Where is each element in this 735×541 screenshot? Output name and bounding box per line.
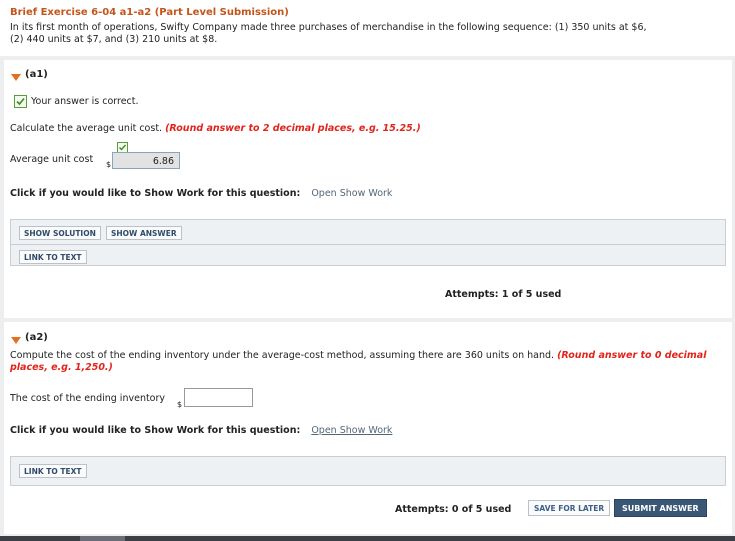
a2-hint-line-2: places, e.g. 1,250.) [10, 362, 113, 373]
open-show-work-link[interactable]: Open Show Work [311, 425, 392, 436]
question-header: Brief Exercise 6-04 a1-a2 (Part Level Su… [0, 0, 735, 56]
show-solution-button[interactable]: SHOW SOLUTION [19, 226, 101, 240]
link-to-text-button[interactable]: LINK TO TEXT [19, 464, 87, 478]
a1-prompt-hint: (Round answer to 2 decimal places, e.g. … [165, 123, 421, 134]
a1-prompt-text: Calculate the average unit cost. [10, 123, 166, 134]
ending-inventory-label: The cost of the ending inventory [10, 393, 166, 404]
exercise-title: Brief Exercise 6-04 a1-a2 (Part Level Su… [10, 7, 289, 18]
ending-inventory-input[interactable] [184, 388, 253, 407]
save-for-later-button[interactable]: SAVE FOR LATER [528, 500, 611, 516]
average-unit-cost-field[interactable]: 6.86 [112, 152, 180, 169]
show-work-row: Click if you would like to Show Work for… [10, 188, 392, 199]
divider [11, 244, 725, 245]
a2-prompt-text: Compute the cost of the ending inventory… [10, 350, 558, 361]
collapse-arrow-icon[interactable] [11, 74, 21, 81]
a1-prompt: Calculate the average unit cost. (Round … [10, 123, 421, 134]
part-a1-label: (a1) [25, 69, 48, 80]
correct-check-icon [14, 95, 27, 108]
solution-button-area: SHOW SOLUTION SHOW ANSWER LINK TO TEXT [10, 219, 726, 266]
a2-prompt-line-1: Compute the cost of the ending inventory… [10, 350, 706, 361]
a2-hint-line-1: (Round answer to 0 decimal [557, 350, 707, 361]
intro-line-2: (2) 440 units at $7, and (3) 210 units a… [10, 34, 218, 45]
correct-message: Your answer is correct. [31, 96, 139, 107]
collapse-arrow-icon[interactable] [11, 337, 21, 344]
currency-symbol: $ [177, 400, 183, 409]
average-unit-cost-label: Average unit cost [10, 154, 94, 165]
currency-symbol: $ [106, 160, 112, 169]
show-work-row: Click if you would like to Show Work for… [10, 425, 392, 436]
show-answer-button[interactable]: SHOW ANSWER [106, 226, 182, 240]
part-a1-panel: (a1) Your answer is correct. Calculate t… [4, 60, 732, 318]
show-work-prompt: Click if you would like to Show Work for… [10, 425, 301, 436]
bottom-bar-segment [80, 536, 125, 541]
a2-attempts: Attempts: 0 of 5 used [395, 504, 512, 515]
link-button-area: LINK TO TEXT [10, 456, 726, 486]
show-work-prompt: Click if you would like to Show Work for… [10, 188, 301, 199]
intro-line-1: In its first month of operations, Swifty… [10, 22, 647, 33]
exercise-intro: In its first month of operations, Swifty… [10, 22, 710, 46]
a1-attempts: Attempts: 1 of 5 used [445, 289, 562, 300]
part-a2-panel: (a2) Compute the cost of the ending inve… [4, 322, 732, 534]
part-a2-label: (a2) [25, 332, 48, 343]
link-to-text-button[interactable]: LINK TO TEXT [19, 250, 87, 264]
open-show-work-link[interactable]: Open Show Work [311, 188, 392, 199]
submit-answer-button[interactable]: SUBMIT ANSWER [614, 499, 707, 517]
